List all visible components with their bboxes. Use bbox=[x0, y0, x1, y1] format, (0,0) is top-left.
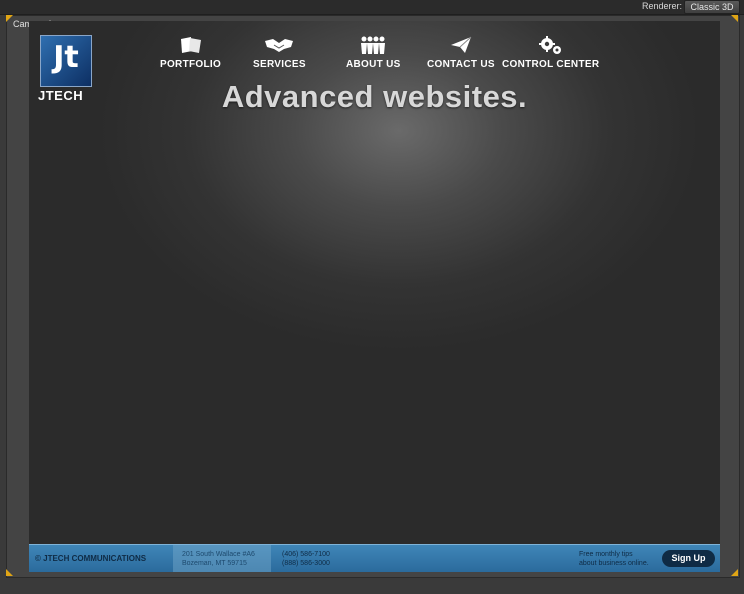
top-toolbar: Renderer: Classic 3D bbox=[0, 0, 744, 15]
people-icon bbox=[346, 35, 401, 55]
nav-services[interactable]: SERVICES bbox=[253, 35, 306, 70]
nav-portfolio-label: PORTFOLIO bbox=[160, 59, 222, 70]
nav-portfolio[interactable]: PORTFOLIO bbox=[160, 35, 221, 70]
handshake-icon bbox=[253, 35, 306, 55]
nav-about-us-label: ABOUT US bbox=[346, 59, 401, 70]
corner-marker-top-left bbox=[6, 15, 13, 22]
sign-up-button[interactable]: Sign Up bbox=[662, 550, 715, 567]
renderer-dropdown[interactable]: Classic 3D bbox=[684, 0, 740, 14]
footer-address: 201 South Wallace #A6 Bozeman, MT 59715 bbox=[182, 550, 255, 568]
footer-tips: Free monthly tips about business online. bbox=[579, 550, 649, 568]
nav-control-center[interactable]: CONTROL CENTER bbox=[502, 35, 599, 70]
phone-1: (406) 586-7100 bbox=[282, 551, 330, 558]
gears-icon bbox=[502, 35, 599, 55]
footer-copyright: © JTECH COMMUNICATIONS bbox=[35, 554, 147, 563]
corner-marker-bottom-right bbox=[731, 569, 738, 576]
footer-phone: (406) 586-7100 (888) 586-3000 bbox=[282, 550, 330, 568]
portfolio-icon bbox=[160, 35, 221, 55]
renderer-label: Renderer: bbox=[641, 1, 682, 11]
site-footer: © JTECH COMMUNICATIONS 201 South Wallace… bbox=[29, 544, 720, 572]
page-headline: Advanced websites. bbox=[221, 79, 528, 114]
nav-services-label: SERVICES bbox=[253, 59, 306, 70]
website-preview: Jt JTECH PORTFOLIO SERVICES ABOUT US CON… bbox=[29, 21, 720, 572]
nav-about-us[interactable]: ABOUT US bbox=[346, 35, 401, 70]
corner-marker-bottom-left bbox=[6, 569, 13, 576]
address-line-2: Bozeman, MT 59715 bbox=[182, 560, 247, 567]
nav-contact-us-label: CONTACT US bbox=[427, 59, 495, 70]
corner-marker-top-right bbox=[731, 15, 738, 22]
nav-control-center-label: CONTROL CENTER bbox=[502, 59, 600, 70]
paper-plane-icon bbox=[427, 35, 495, 55]
phone-2: (888) 586-3000 bbox=[282, 560, 330, 567]
main-nav: PORTFOLIO SERVICES ABOUT US CONTACT US C… bbox=[29, 35, 720, 75]
address-line-1: 201 South Wallace #A6 bbox=[182, 551, 255, 558]
tips-line-2: about business online. bbox=[579, 560, 649, 567]
nav-contact-us[interactable]: CONTACT US bbox=[427, 35, 495, 70]
tips-line-1: Free monthly tips bbox=[579, 551, 633, 558]
